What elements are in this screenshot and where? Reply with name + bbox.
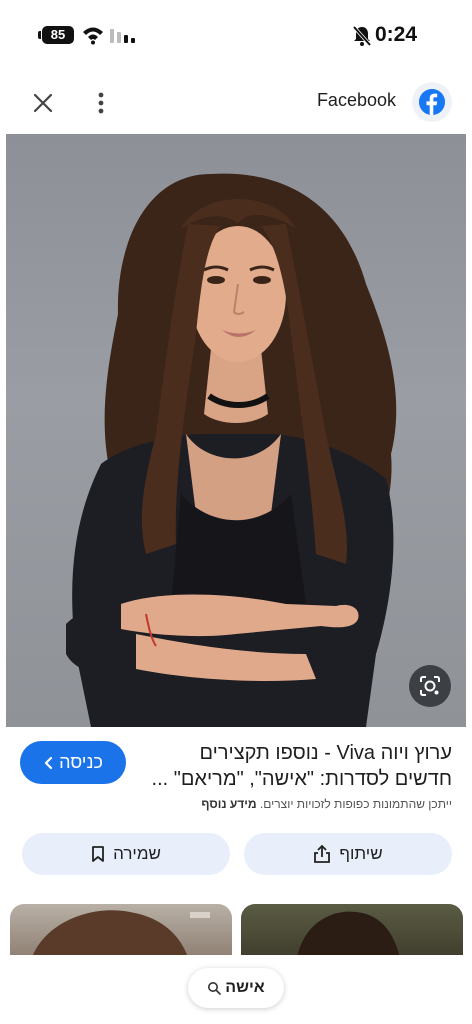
copyright-text: ייתכן שהתמונות כפופות לזכויות יוצרים. [259, 797, 452, 811]
portrait-illustration [66, 173, 397, 727]
result-title-line-2: חדשים לסדרות: "אישה", "מריאם" ... [152, 768, 452, 790]
share-icon [314, 844, 331, 863]
visit-button[interactable]: כניסה [20, 741, 126, 784]
lens-search-button[interactable] [409, 665, 451, 707]
wifi-icon [83, 27, 103, 45]
close-button[interactable] [28, 88, 58, 118]
facebook-icon [419, 89, 445, 115]
status-bar: 85 0:24 [0, 0, 472, 70]
source-favicon[interactable] [412, 82, 452, 122]
visit-button-label: כניסה [59, 752, 103, 772]
more-options-button[interactable] [88, 88, 114, 118]
bookmark-icon [92, 846, 104, 862]
save-button[interactable]: שמירה [22, 833, 230, 875]
source-name[interactable]: Facebook [317, 90, 396, 111]
search-icon [208, 982, 222, 995]
chevron-left-icon [44, 756, 53, 769]
search-query-chip[interactable]: אישה [188, 968, 284, 1008]
result-title[interactable]: ערוץ ויוה Viva - נוספו תקצירים חדשים לסד… [152, 740, 452, 792]
viewer-header: Facebook [0, 70, 472, 132]
result-image[interactable] [6, 134, 466, 727]
search-query-text: אישה [225, 979, 265, 996]
battery-indicator: 85 [38, 26, 74, 44]
result-title-line-1: ערוץ ויוה Viva - נוספו תקצירים [199, 742, 452, 764]
copyright-notice: ייתכן שהתמונות כפופות לזכויות יוצרים. מי… [201, 797, 452, 811]
learn-more-link[interactable]: מידע נוסף [201, 797, 256, 811]
share-label: שיתוף [339, 844, 383, 863]
clock: 0:24 [375, 23, 418, 46]
signal-icon [110, 29, 135, 43]
lens-icon [420, 676, 440, 696]
share-button[interactable]: שיתוף [244, 833, 452, 875]
bell-off-icon [352, 25, 372, 47]
more-vert-icon [98, 92, 104, 114]
save-label: שמירה [113, 844, 161, 863]
close-icon [33, 93, 53, 113]
